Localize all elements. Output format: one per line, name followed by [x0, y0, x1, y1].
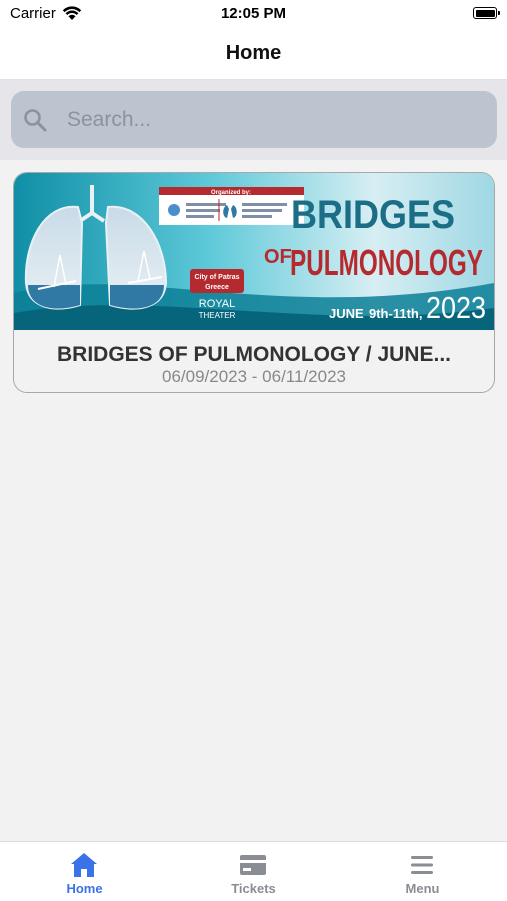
search-input[interactable] — [67, 91, 477, 148]
event-dates: 06/09/2023 - 06/11/2023 — [161, 367, 346, 386]
banner-city-line2: Greece — [205, 284, 229, 291]
event-card[interactable]: Organized by: BRIDGES OF PULMONOLOGY Cit… — [13, 172, 495, 393]
search-icon — [24, 109, 47, 132]
search-area — [0, 80, 507, 160]
tab-bar: Home Tickets Menu — [0, 841, 507, 901]
banner-heading-line2: PULMONOLOGY — [290, 242, 483, 283]
tab-tickets-label: Tickets — [231, 881, 276, 896]
banner-date-month: JUNE — [329, 306, 364, 321]
home-icon — [71, 853, 97, 877]
banner-date-days: 9th-11th, — [369, 306, 422, 321]
banner-date-year: 2023 — [426, 290, 486, 325]
clock: 12:05 PM — [220, 5, 287, 22]
banner-city-line1: City of Patras — [194, 274, 239, 281]
status-bar: Carrier 12:05 PM — [0, 0, 507, 30]
tab-menu[interactable]: Menu — [338, 842, 507, 901]
search-bar[interactable] — [11, 91, 497, 148]
page-title: Home — [225, 42, 282, 64]
event-title: BRIDGES OF PULMONOLOGY / JUNE... — [57, 343, 451, 366]
navigation-bar: Home — [0, 30, 507, 80]
ticket-icon — [240, 855, 266, 875]
banner-heading-line1: BRIDGES — [291, 193, 455, 237]
tab-home[interactable]: Home — [0, 842, 169, 901]
banner-heading-of: OF — [264, 246, 292, 268]
menu-icon — [411, 856, 433, 874]
event-banner-image: Organized by: BRIDGES OF PULMONOLOGY Cit… — [14, 173, 494, 330]
tab-menu-label: Menu — [405, 881, 440, 896]
banner-venue-line2: THEATER — [199, 311, 236, 320]
battery-icon — [473, 7, 500, 19]
tab-tickets[interactable]: Tickets — [169, 842, 338, 901]
banner-venue-line1: ROYAL — [199, 298, 235, 310]
tab-home-label: Home — [66, 881, 103, 896]
